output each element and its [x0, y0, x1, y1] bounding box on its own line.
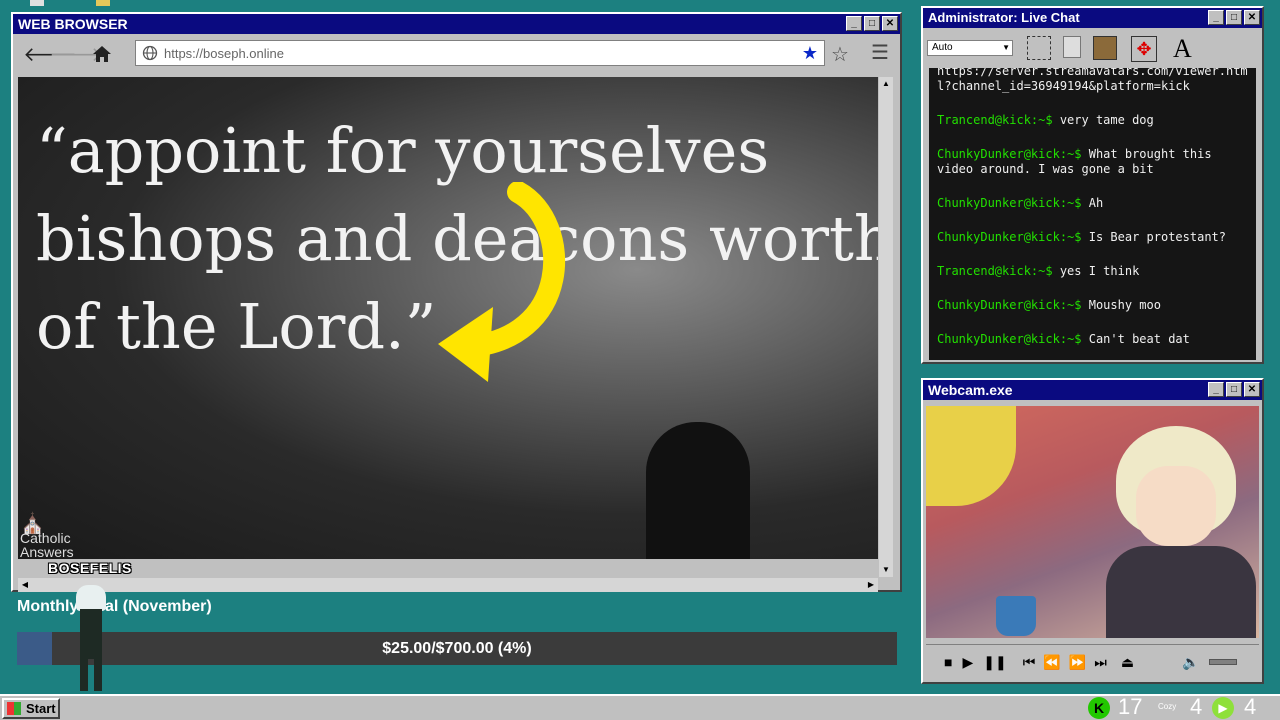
horizontal-scrollbar[interactable]: ◀ ▶ [18, 578, 878, 592]
anime-avatar [1106, 426, 1256, 638]
chat-message: Trancend@kick:~$ yes I think [937, 264, 1140, 278]
menu-icon[interactable]: ☰ [871, 40, 889, 65]
previous-track-icon[interactable]: ⏮ [1023, 654, 1036, 671]
chat-message: https://server.streamavatars.com/viewer.… [937, 68, 1248, 93]
minimize-button[interactable]: _ [846, 16, 862, 31]
maximize-button[interactable]: □ [1226, 10, 1242, 25]
webcam-titlebar[interactable]: Webcam.exe _ □ ✕ [923, 380, 1262, 400]
font-size-select[interactable]: Auto ▼ [927, 40, 1013, 56]
chat-message: Trancend@kick:~$ very tame dog [937, 113, 1154, 127]
bookmarked-star-icon[interactable]: ★ [802, 43, 818, 64]
rewind-icon[interactable]: ⏪ [1043, 654, 1060, 671]
desktop-icon-fragment[interactable] [30, 0, 44, 6]
vertical-scrollbar[interactable]: ▲ ▼ [879, 77, 893, 577]
globe-icon [142, 45, 158, 61]
next-track-icon[interactable]: ⏭ [1094, 654, 1107, 671]
forward-arrow-icon[interactable]: 🡒 [49, 41, 103, 67]
minimize-button[interactable]: _ [1208, 10, 1224, 25]
streamer-tag: BOSEFELIS [48, 560, 132, 576]
minimize-button[interactable]: _ [1208, 382, 1224, 397]
paste-icon[interactable] [1093, 36, 1117, 60]
chat-message: ChunkyDunker@kick:~$ Can't beat dat [937, 332, 1190, 346]
maximize-button[interactable]: □ [864, 16, 880, 31]
volume-icon[interactable]: 🔈 [1182, 654, 1199, 671]
viewer-count: 4 [1190, 694, 1203, 719]
microphone [646, 422, 750, 559]
move-icon[interactable]: ✥ [1131, 36, 1157, 62]
close-button[interactable]: ✕ [1244, 10, 1260, 25]
live-count: 4 [1244, 694, 1257, 719]
chat-title: Administrator: Live Chat [928, 10, 1080, 25]
taskbar: Start K 17 Cozy 4 ▶ 4 [0, 694, 1280, 720]
windows-logo-icon [7, 702, 21, 715]
home-icon[interactable] [89, 41, 115, 67]
chevron-down-icon: ▼ [1002, 43, 1010, 52]
volume-slider[interactable] [1209, 659, 1238, 665]
pixel-avatar [72, 585, 110, 691]
maximize-button[interactable]: □ [1226, 382, 1242, 397]
play-icon[interactable]: ▶ [962, 654, 973, 671]
bookmark-star-icon[interactable]: ☆ [831, 42, 849, 67]
select-icon[interactable] [1027, 36, 1051, 60]
cozy-label: Cozy [1158, 702, 1177, 711]
desktop-icon-fragment[interactable] [96, 0, 110, 6]
chat-log: https://server.streamavatars.com/viewer.… [929, 68, 1256, 360]
copy-icon[interactable] [1063, 36, 1081, 58]
pause-icon[interactable]: ❚❚ [983, 654, 1006, 671]
chat-message: ChunkyDunker@kick:~$ Moushy moo [937, 298, 1161, 312]
webcam-title: Webcam.exe [928, 382, 1013, 398]
media-controls: ■ ▶ ❚❚ ⏮ ⏪ ⏩ ⏭ ⏏ 🔈 [926, 644, 1259, 679]
url-bar[interactable]: https://boseph.online ★ [135, 40, 825, 66]
follower-count: 17 [1118, 694, 1143, 719]
close-button[interactable]: ✕ [882, 16, 898, 31]
start-button[interactable]: Start [2, 698, 60, 719]
play-circle-icon[interactable]: ▶ [1212, 697, 1234, 719]
eject-icon[interactable]: ⏏ [1121, 654, 1134, 671]
kick-icon[interactable]: K [1088, 697, 1110, 719]
chat-titlebar[interactable]: Administrator: Live Chat _ □ ✕ [923, 8, 1262, 28]
browser-titlebar[interactable]: WEB BROWSER _ □ ✕ [13, 14, 900, 34]
video-frame[interactable]: “appoint for yourselves bishops and deac… [18, 77, 878, 559]
font-icon[interactable]: A [1173, 34, 1192, 64]
goal-label: Monthly Goal (November) [17, 598, 212, 615]
browser-window: WEB BROWSER _ □ ✕ 🡐 🡒 https://boseph.onl… [11, 12, 902, 592]
browser-title: WEB BROWSER [18, 16, 128, 32]
webcam-feed [926, 406, 1259, 638]
chat-message: ChunkyDunker@kick:~$ Is Bear protestant? [937, 230, 1227, 244]
url-text: https://boseph.online [164, 45, 284, 61]
chat-window: Administrator: Live Chat _ □ ✕ Auto ▼ ✥ … [921, 6, 1264, 364]
close-button[interactable]: ✕ [1244, 382, 1260, 397]
goal-amount: $25.00/$700.00 (4%) [382, 640, 532, 657]
fast-forward-icon[interactable]: ⏩ [1069, 654, 1086, 671]
catholic-answers-logo: ⛪ Catholic Answers [20, 513, 74, 559]
yellow-arrow [438, 182, 565, 382]
chat-message: ChunkyDunker@kick:~$ Ah [937, 196, 1104, 210]
goal-progress-bar: $25.00/$700.00 (4%) [17, 632, 897, 665]
chat-message: ChunkyDunker@kick:~$ What brought this v… [937, 147, 1212, 176]
chat-toolbar: Auto ▼ ✥ A [927, 32, 1258, 66]
webcam-window: Webcam.exe _ □ ✕ ■ ▶ ❚❚ ⏮ ⏪ ⏩ ⏭ ⏏ 🔈 [921, 378, 1264, 684]
stop-icon[interactable]: ■ [944, 654, 952, 670]
